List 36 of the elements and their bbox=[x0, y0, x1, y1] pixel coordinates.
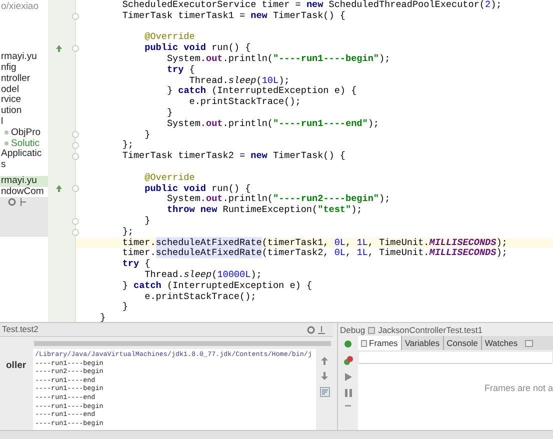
soft-wrap-icon bbox=[320, 387, 330, 397]
hide-panel-icon bbox=[318, 326, 325, 334]
tree-item[interactable]: ntroller bbox=[0, 74, 48, 84]
resume-icon bbox=[344, 373, 352, 381]
tree-item[interactable]: odel bbox=[0, 84, 48, 96]
frames-icon bbox=[361, 340, 367, 346]
tree-item[interactable]: ndowCom bbox=[0, 186, 48, 198]
tree-item[interactable]: rmayi.yu bbox=[0, 52, 48, 63]
settings-icon bbox=[307, 326, 315, 334]
run-config-name: JacksonControllerTest.test1 bbox=[378, 324, 482, 336]
frames-selector[interactable] bbox=[359, 352, 552, 364]
run-panel-title: Test.test2 bbox=[2, 323, 38, 336]
test-config-icon bbox=[368, 326, 376, 334]
settings-icon bbox=[8, 198, 16, 206]
tree-item[interactable]: rmayi.yu bbox=[0, 176, 48, 187]
pin-icon bbox=[20, 198, 26, 206]
project-path: o/xiexiao bbox=[0, 0, 40, 12]
tree-item[interactable]: ObjPro bbox=[0, 128, 48, 138]
minus-icon bbox=[345, 405, 351, 407]
tree-item[interactable]: Solutic bbox=[0, 138, 48, 150]
debug-tab[interactable]: Frames bbox=[358, 336, 401, 350]
tree-item[interactable]: Applicatic bbox=[0, 149, 48, 160]
pause-icon bbox=[344, 389, 352, 397]
scroll-down-icon bbox=[321, 372, 328, 380]
restore-layout-icon bbox=[524, 340, 533, 346]
tree-item[interactable]: s bbox=[0, 160, 48, 171]
rerun-icon bbox=[344, 340, 352, 348]
empty-frames-message: Frames are not a bbox=[484, 382, 553, 395]
tree-item[interactable]: nfig bbox=[0, 62, 48, 74]
tree-item[interactable]: ution bbox=[0, 106, 48, 117]
breakpoints-icon bbox=[344, 356, 352, 365]
tree-item[interactable]: l bbox=[0, 116, 48, 128]
run-tab[interactable]: oller bbox=[0, 360, 26, 371]
scroll-up-icon bbox=[321, 357, 328, 365]
tree-item[interactable]: rvice bbox=[0, 95, 48, 106]
debug-panel-title: Debug bbox=[340, 324, 366, 336]
